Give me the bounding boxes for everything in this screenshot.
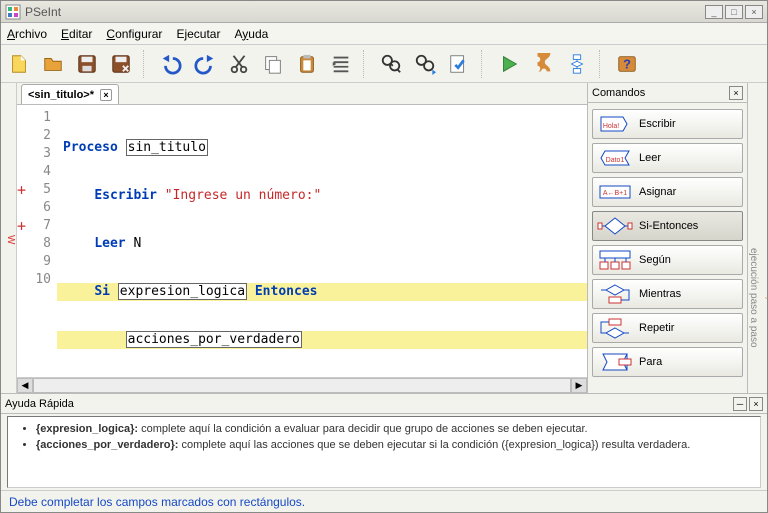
editor-tab-bar: <sin_titulo>* × xyxy=(17,83,587,105)
tab-title: <sin_titulo>* xyxy=(28,89,94,101)
title-bar: PSeInt _ □ × xyxy=(1,1,767,23)
cmd-repetir[interactable]: Repetir xyxy=(592,313,743,343)
cut-button[interactable] xyxy=(225,50,253,78)
scroll-track[interactable] xyxy=(33,378,571,393)
app-icon xyxy=(5,4,21,20)
indent-button[interactable] xyxy=(327,50,355,78)
left-side-strip: W A2 N ¿? lista de variables operadores … xyxy=(1,83,17,393)
check-syntax-button[interactable] xyxy=(445,50,473,78)
status-bar: Debe completar los campos marcados con r… xyxy=(1,490,767,512)
run-button[interactable] xyxy=(495,50,523,78)
step-exec-tab[interactable]: ejecución paso a paso xyxy=(748,248,759,348)
quick-help-collapse[interactable]: ─ xyxy=(733,397,747,411)
svg-text:?: ? xyxy=(623,56,631,71)
proc-name-placeholder[interactable]: sin_titulo xyxy=(126,139,208,156)
menu-configurar[interactable]: Configurar xyxy=(106,27,162,41)
status-text: Debe completar los campos marcados con r… xyxy=(9,495,305,509)
para-icon xyxy=(597,351,633,373)
menu-editar[interactable]: Editar xyxy=(61,27,92,41)
step-button[interactable] xyxy=(529,50,557,78)
cmd-para[interactable]: Para xyxy=(592,347,743,377)
commands-panel-close[interactable]: × xyxy=(729,86,743,100)
repetir-icon xyxy=(597,317,633,339)
paste-button[interactable] xyxy=(293,50,321,78)
save-button[interactable] xyxy=(73,50,101,78)
search-next-button[interactable] xyxy=(411,50,439,78)
commands-panel: Comandos × Hola!Escribir Dato1Leer A←B+1… xyxy=(587,83,747,393)
vars-indicator: W xyxy=(5,235,16,244)
toolbar: ? xyxy=(1,45,767,83)
minimize-button[interactable]: _ xyxy=(705,5,723,19)
scroll-right-button[interactable]: ▶ xyxy=(571,378,587,393)
cmd-leer[interactable]: Dato1Leer xyxy=(592,143,743,173)
close-window-button[interactable]: × xyxy=(745,5,763,19)
menu-bar: AArchivorchivo Editar Configurar Ejecuta… xyxy=(1,23,767,45)
cmd-asignar[interactable]: A←B+1Asignar xyxy=(592,177,743,207)
quick-help-panel: Ayuda Rápida ─ × {expresion_logica}: com… xyxy=(1,393,767,490)
mientras-icon xyxy=(597,283,633,305)
svg-text:Hola!: Hola! xyxy=(603,123,619,130)
true-actions-placeholder[interactable]: acciones_por_verdadero xyxy=(126,331,302,348)
cmd-segun[interactable]: Según xyxy=(592,245,743,275)
quick-help-title: Ayuda Rápida xyxy=(5,398,74,410)
svg-text:Dato1: Dato1 xyxy=(606,157,625,164)
escribir-icon: Hola! xyxy=(597,113,633,135)
maximize-button[interactable]: □ xyxy=(725,5,743,19)
line-gutter: 1 2 3 4 +5 6 +7 8 9 10 xyxy=(17,105,57,377)
editor-tab[interactable]: <sin_titulo>* × xyxy=(21,84,119,104)
help-bullet-1: {expresion_logica}: complete aquí la con… xyxy=(36,423,750,435)
quick-help-close[interactable]: × xyxy=(749,397,763,411)
fold-mark-icon[interactable]: + xyxy=(17,217,26,235)
svg-text:A←B+1: A←B+1 xyxy=(603,190,627,197)
cmd-si-entonces[interactable]: Si-Entonces xyxy=(592,211,743,241)
fold-mark-icon[interactable]: + xyxy=(17,181,26,199)
horizontal-scrollbar[interactable]: ◀ ▶ xyxy=(17,377,587,393)
menu-archivo[interactable]: AArchivorchivo xyxy=(7,27,47,41)
undo-button[interactable] xyxy=(157,50,185,78)
new-file-button[interactable] xyxy=(5,50,33,78)
help-bullet-2: {acciones_por_verdadero}: complete aquí … xyxy=(36,439,750,451)
copy-button[interactable] xyxy=(259,50,287,78)
segun-icon xyxy=(597,249,633,271)
app-title: PSeInt xyxy=(25,5,61,19)
tab-close-button[interactable]: × xyxy=(100,89,112,101)
code-editor[interactable]: 1 2 3 4 +5 6 +7 8 9 10 Proceso sin_titul… xyxy=(17,105,587,377)
footprints-icon xyxy=(765,290,767,306)
right-side-strip: ejecución paso a paso xyxy=(747,83,767,393)
menu-ejecutar[interactable]: Ejecutar xyxy=(176,27,220,41)
flowchart-button[interactable] xyxy=(563,50,591,78)
leer-icon: Dato1 xyxy=(597,147,633,169)
save-as-button[interactable] xyxy=(107,50,135,78)
redo-button[interactable] xyxy=(191,50,219,78)
cmd-mientras[interactable]: Mientras xyxy=(592,279,743,309)
search-button[interactable] xyxy=(377,50,405,78)
asignar-icon: A←B+1 xyxy=(597,181,633,203)
commands-panel-title: Comandos xyxy=(592,87,645,99)
help-button[interactable]: ? xyxy=(613,50,641,78)
quick-help-body: {expresion_logica}: complete aquí la con… xyxy=(7,416,761,488)
code-area[interactable]: Proceso sin_titulo Escribir "Ingrese un … xyxy=(57,105,587,377)
si-icon xyxy=(597,215,633,237)
menu-ayuda[interactable]: Ayuda xyxy=(234,27,268,41)
condition-placeholder[interactable]: expresion_logica xyxy=(118,283,247,300)
open-file-button[interactable] xyxy=(39,50,67,78)
cmd-escribir[interactable]: Hola!Escribir xyxy=(592,109,743,139)
scroll-left-button[interactable]: ◀ xyxy=(17,378,33,393)
